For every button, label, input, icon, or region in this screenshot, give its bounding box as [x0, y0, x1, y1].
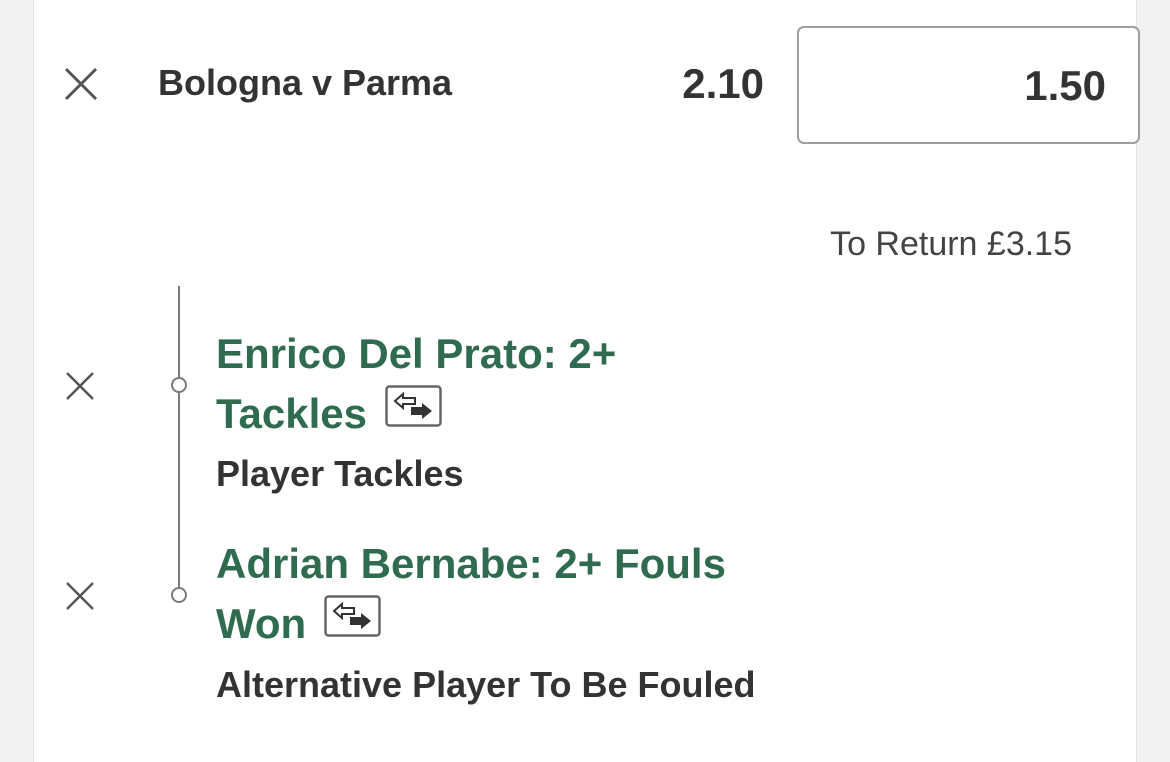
remove-selection-close-icon[interactable]: [65, 371, 95, 401]
selection-name-line2: Won: [216, 600, 307, 647]
timeline-dot: [171, 587, 187, 603]
selection-name-line1: Adrian Bernabe: 2+ Fouls: [216, 540, 726, 587]
selection-market: Player Tackles: [216, 453, 464, 494]
selection-market: Alternative Player To Be Fouled: [216, 664, 756, 705]
selection-name-line2: Tackles: [216, 390, 367, 437]
selection-name: Adrian Bernabe: 2+ Fouls Won: [216, 534, 726, 657]
selection-name: Enrico Del Prato: 2+ Tackles: [216, 324, 616, 447]
match-title: Bologna v Parma: [158, 62, 453, 103]
bet-slip-card: Bologna v Parma 2.10 1.50 To Return £3.1…: [33, 0, 1140, 762]
bet-odds: 2.10: [682, 60, 764, 107]
remove-bet-close-icon[interactable]: [64, 67, 98, 101]
timeline-line: [178, 286, 180, 596]
selection-name-line1: Enrico Del Prato: 2+: [216, 330, 617, 377]
timeline-dot: [171, 377, 187, 393]
remove-selection-close-icon[interactable]: [65, 581, 95, 611]
selection-name-line2-row: Tackles: [216, 384, 616, 447]
swap-arrows-icon[interactable]: [324, 593, 381, 653]
stake-input[interactable]: 1.50: [797, 26, 1140, 144]
selection-name-line2-row: Won: [216, 594, 726, 657]
swap-arrows-icon[interactable]: [385, 383, 442, 443]
stake-value: 1.50: [1024, 62, 1106, 109]
to-return-text: To Return £3.15: [830, 225, 1072, 263]
